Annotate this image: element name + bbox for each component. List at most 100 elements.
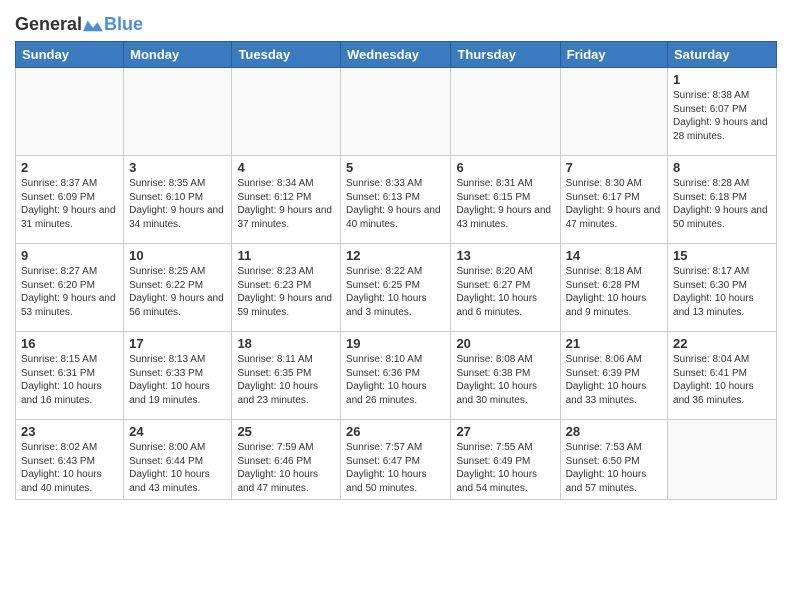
day-number: 14: [566, 248, 662, 263]
calendar-week-row: 1 Sunrise: 8:38 AM Sunset: 6:07 PM Daylig…: [16, 68, 777, 156]
calendar-week-row: 23 Sunrise: 8:02 AM Sunset: 6:43 PM Dayli…: [16, 420, 777, 500]
day-number: 24: [129, 424, 226, 439]
calendar-day-cell: [16, 68, 124, 156]
calendar-day-header: Monday: [124, 42, 232, 68]
calendar-day-header: Friday: [560, 42, 667, 68]
calendar-week-row: 16 Sunrise: 8:15 AM Sunset: 6:31 PM Dayli…: [16, 332, 777, 420]
day-number: 3: [129, 160, 226, 175]
day-number: 12: [346, 248, 445, 263]
calendar-day-cell: 16 Sunrise: 8:15 AM Sunset: 6:31 PM Dayli…: [16, 332, 124, 420]
calendar-day-cell: 26 Sunrise: 7:57 AM Sunset: 6:47 PM Dayli…: [341, 420, 451, 500]
day-number: 8: [673, 160, 771, 175]
day-number: 22: [673, 336, 771, 351]
day-number: 15: [673, 248, 771, 263]
calendar-day-cell: 28 Sunrise: 7:53 AM Sunset: 6:50 PM Dayli…: [560, 420, 667, 500]
day-info: Sunrise: 8:25 AM Sunset: 6:22 PM Dayligh…: [129, 265, 226, 319]
day-info: Sunrise: 8:02 AM Sunset: 6:43 PM Dayligh…: [21, 441, 118, 495]
calendar-day-header: Saturday: [668, 42, 777, 68]
day-info: Sunrise: 7:55 AM Sunset: 6:49 PM Dayligh…: [456, 441, 554, 495]
day-info: Sunrise: 8:23 AM Sunset: 6:23 PM Dayligh…: [237, 265, 335, 319]
day-number: 7: [566, 160, 662, 175]
day-info: Sunrise: 8:22 AM Sunset: 6:25 PM Dayligh…: [346, 265, 445, 319]
day-number: 6: [456, 160, 554, 175]
day-number: 28: [566, 424, 662, 439]
calendar-day-cell: [668, 420, 777, 500]
day-info: Sunrise: 8:04 AM Sunset: 6:41 PM Dayligh…: [673, 353, 771, 407]
calendar-day-header: Tuesday: [232, 42, 341, 68]
calendar-day-cell: [124, 68, 232, 156]
calendar-day-cell: 8 Sunrise: 8:28 AM Sunset: 6:18 PM Daylig…: [668, 156, 777, 244]
day-info: Sunrise: 7:57 AM Sunset: 6:47 PM Dayligh…: [346, 441, 445, 495]
calendar-day-cell: 19 Sunrise: 8:10 AM Sunset: 6:36 PM Dayli…: [341, 332, 451, 420]
calendar-day-cell: 14 Sunrise: 8:18 AM Sunset: 6:28 PM Dayli…: [560, 244, 667, 332]
calendar-week-row: 9 Sunrise: 8:27 AM Sunset: 6:20 PM Daylig…: [16, 244, 777, 332]
day-info: Sunrise: 8:20 AM Sunset: 6:27 PM Dayligh…: [456, 265, 554, 319]
calendar-day-cell: 21Sunrise: 8:06 AM Sunset: 6:39 PM Dayli…: [560, 332, 667, 420]
calendar-day-cell: 1 Sunrise: 8:38 AM Sunset: 6:07 PM Daylig…: [668, 68, 777, 156]
main-container: General Blue SundayMondayTuesdayWednesday…: [0, 0, 792, 510]
day-number: 23: [21, 424, 118, 439]
day-info: Sunrise: 7:59 AM Sunset: 6:46 PM Dayligh…: [237, 441, 335, 495]
day-number: 19: [346, 336, 445, 351]
day-info: Sunrise: 8:28 AM Sunset: 6:18 PM Dayligh…: [673, 177, 771, 231]
header: General Blue: [15, 10, 777, 35]
day-number: 18: [237, 336, 335, 351]
day-info: Sunrise: 8:34 AM Sunset: 6:12 PM Dayligh…: [237, 177, 335, 231]
logo: General Blue: [15, 14, 143, 35]
day-info: Sunrise: 8:10 AM Sunset: 6:36 PM Dayligh…: [346, 353, 445, 407]
calendar-day-cell: 3 Sunrise: 8:35 AM Sunset: 6:10 PM Daylig…: [124, 156, 232, 244]
calendar-day-cell: 4 Sunrise: 8:34 AM Sunset: 6:12 PM Daylig…: [232, 156, 341, 244]
calendar-header-row: SundayMondayTuesdayWednesdayThursdayFrid…: [16, 42, 777, 68]
logo-blue: Blue: [104, 14, 143, 34]
logo-general: General: [15, 14, 82, 35]
day-number: 10: [129, 248, 226, 263]
day-number: 20: [456, 336, 554, 351]
day-info: Sunrise: 8:33 AM Sunset: 6:13 PM Dayligh…: [346, 177, 445, 231]
day-number: 16: [21, 336, 118, 351]
day-number: 27: [456, 424, 554, 439]
calendar-day-cell: 10 Sunrise: 8:25 AM Sunset: 6:22 PM Dayli…: [124, 244, 232, 332]
day-number: 17: [129, 336, 226, 351]
calendar-day-cell: 12 Sunrise: 8:22 AM Sunset: 6:25 PM Dayli…: [341, 244, 451, 332]
calendar-day-cell: [341, 68, 451, 156]
calendar: SundayMondayTuesdayWednesdayThursdayFrid…: [15, 41, 777, 500]
day-info: Sunrise: 8:35 AM Sunset: 6:10 PM Dayligh…: [129, 177, 226, 231]
calendar-day-cell: [560, 68, 667, 156]
calendar-day-cell: [451, 68, 560, 156]
day-info: Sunrise: 7:53 AM Sunset: 6:50 PM Dayligh…: [566, 441, 662, 495]
day-number: 2: [21, 160, 118, 175]
logo-icon: [82, 16, 104, 34]
day-number: 25: [237, 424, 335, 439]
calendar-day-header: Thursday: [451, 42, 560, 68]
day-info: Sunrise: 8:15 AM Sunset: 6:31 PM Dayligh…: [21, 353, 118, 407]
calendar-day-cell: 11 Sunrise: 8:23 AM Sunset: 6:23 PM Dayli…: [232, 244, 341, 332]
day-info: Sunrise: 8:18 AM Sunset: 6:28 PM Dayligh…: [566, 265, 662, 319]
calendar-day-cell: 27 Sunrise: 7:55 AM Sunset: 6:49 PM Dayli…: [451, 420, 560, 500]
day-info: Sunrise: 8:27 AM Sunset: 6:20 PM Dayligh…: [21, 265, 118, 319]
day-info: Sunrise: 8:37 AM Sunset: 6:09 PM Dayligh…: [21, 177, 118, 231]
day-info: Sunrise: 8:38 AM Sunset: 6:07 PM Dayligh…: [673, 89, 771, 143]
day-info: Sunrise: 8:00 AM Sunset: 6:44 PM Dayligh…: [129, 441, 226, 495]
day-info: Sunrise: 8:06 AM Sunset: 6:39 PM Dayligh…: [566, 353, 662, 407]
day-number: 1: [673, 72, 771, 87]
day-number: 13: [456, 248, 554, 263]
calendar-day-cell: 20 Sunrise: 8:08 AM Sunset: 6:38 PM Dayli…: [451, 332, 560, 420]
calendar-day-cell: [232, 68, 341, 156]
day-number: 5: [346, 160, 445, 175]
calendar-day-cell: 23 Sunrise: 8:02 AM Sunset: 6:43 PM Dayli…: [16, 420, 124, 500]
calendar-day-cell: 7Sunrise: 8:30 AM Sunset: 6:17 PM Daylig…: [560, 156, 667, 244]
calendar-day-cell: 25 Sunrise: 7:59 AM Sunset: 6:46 PM Dayli…: [232, 420, 341, 500]
calendar-day-cell: 17 Sunrise: 8:13 AM Sunset: 6:33 PM Dayli…: [124, 332, 232, 420]
day-number: 11: [237, 248, 335, 263]
day-number: 26: [346, 424, 445, 439]
calendar-day-cell: 13 Sunrise: 8:20 AM Sunset: 6:27 PM Dayli…: [451, 244, 560, 332]
day-info: Sunrise: 8:08 AM Sunset: 6:38 PM Dayligh…: [456, 353, 554, 407]
day-number: 4: [237, 160, 335, 175]
calendar-day-cell: 18Sunrise: 8:11 AM Sunset: 6:35 PM Dayli…: [232, 332, 341, 420]
day-info: Sunrise: 8:17 AM Sunset: 6:30 PM Dayligh…: [673, 265, 771, 319]
day-info: Sunrise: 8:31 AM Sunset: 6:15 PM Dayligh…: [456, 177, 554, 231]
calendar-day-cell: 5 Sunrise: 8:33 AM Sunset: 6:13 PM Daylig…: [341, 156, 451, 244]
day-number: 9: [21, 248, 118, 263]
calendar-day-cell: 9 Sunrise: 8:27 AM Sunset: 6:20 PM Daylig…: [16, 244, 124, 332]
day-info: Sunrise: 8:13 AM Sunset: 6:33 PM Dayligh…: [129, 353, 226, 407]
